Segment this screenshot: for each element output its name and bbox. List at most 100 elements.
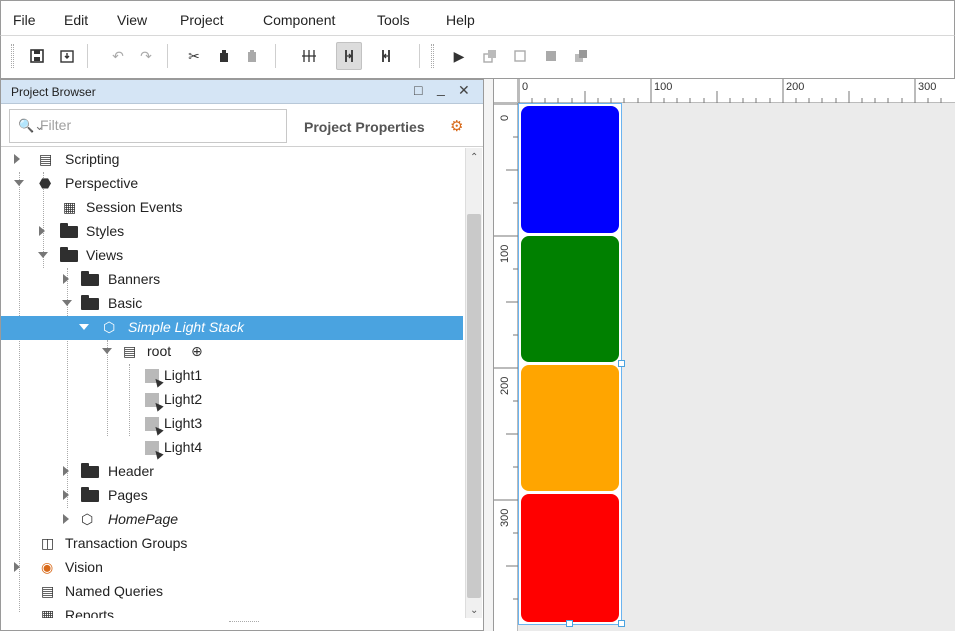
collapse-arrow-icon[interactable]	[14, 180, 24, 186]
view-canvas[interactable]	[518, 103, 955, 631]
bring-front-icon[interactable]	[541, 46, 561, 66]
menu-help[interactable]: Help	[446, 12, 475, 28]
align-vertical-icon[interactable]	[376, 46, 396, 66]
tree-item-root[interactable]: ▤ root ⊕	[1, 340, 463, 364]
tree-item-vision[interactable]: ◉ Vision	[1, 556, 463, 580]
script-icon: ▤	[39, 151, 53, 167]
panel-resize-grip[interactable]	[229, 621, 259, 625]
expand-arrow-icon[interactable]	[14, 562, 20, 572]
group-icon[interactable]	[480, 46, 500, 66]
light3[interactable]	[521, 365, 619, 491]
expand-arrow-icon[interactable]	[63, 514, 69, 524]
save-all-icon[interactable]	[57, 46, 77, 66]
distribute-icon[interactable]	[336, 42, 362, 70]
tree-item-light2[interactable]: Light2	[1, 388, 463, 412]
project-properties-icon[interactable]: ⚙	[450, 117, 463, 135]
tree-item-homepage[interactable]: ⬡ HomePage	[1, 508, 463, 532]
tree-item-light4[interactable]: Light4	[1, 436, 463, 460]
scroll-up-icon[interactable]: ⌃	[470, 152, 478, 163]
filter-input[interactable]	[40, 117, 280, 133]
undo-icon[interactable]: ↶	[108, 46, 128, 66]
expand-arrow-icon[interactable]	[63, 274, 69, 284]
tree-item-named-queries[interactable]: ▤ Named Queries	[1, 580, 463, 604]
ruler-top: 0 100 200 300	[518, 79, 955, 103]
resize-handle[interactable]	[618, 620, 625, 627]
tree-item-transaction-groups[interactable]: ◫ Transaction Groups	[1, 532, 463, 556]
project-properties-button[interactable]: Project Properties	[304, 119, 425, 135]
expand-arrow-icon[interactable]	[63, 490, 69, 500]
menu-component[interactable]: Component	[263, 12, 335, 28]
menu-edit[interactable]: Edit	[64, 12, 88, 28]
toolbar-grip[interactable]	[431, 44, 434, 68]
collapse-arrow-icon[interactable]	[38, 252, 48, 258]
collapse-arrow-icon[interactable]	[102, 348, 112, 354]
paste-icon[interactable]	[242, 46, 262, 66]
tree-item-views[interactable]: Views	[1, 244, 463, 268]
ruler-left-label: 0	[499, 114, 511, 121]
toolbar-grip[interactable]	[11, 44, 14, 68]
tree-label: Header	[108, 463, 154, 479]
panel-splitter[interactable]	[484, 79, 494, 631]
expand-arrow-icon[interactable]	[63, 466, 69, 476]
light2[interactable]	[521, 236, 619, 362]
tree-item-session-events[interactable]: ▦ Session Events	[1, 196, 463, 220]
align-icon[interactable]	[299, 46, 319, 66]
minimize-icon[interactable]: _	[437, 80, 445, 96]
tree-item-light3[interactable]: Light3	[1, 412, 463, 436]
resize-handle[interactable]	[618, 360, 625, 367]
play-icon[interactable]: ▶	[449, 46, 469, 66]
cut-icon[interactable]: ✂	[184, 46, 204, 66]
tree-item-scripting[interactable]: ▤ Scripting	[1, 148, 463, 172]
scroll-thumb[interactable]	[467, 214, 481, 598]
light1[interactable]	[521, 106, 619, 233]
send-back-icon[interactable]	[571, 46, 591, 66]
tree-item-banners[interactable]: Banners	[1, 268, 463, 292]
filter-box[interactable]: 🔍⌄	[9, 109, 287, 143]
expand-arrow-icon[interactable]	[39, 226, 45, 236]
menu-file[interactable]: File	[13, 12, 36, 28]
redo-icon[interactable]: ↷	[136, 46, 156, 66]
resize-handle[interactable]	[566, 620, 573, 627]
view-icon: ⬡	[81, 511, 94, 527]
menu-view[interactable]: View	[117, 12, 147, 28]
tree-label: Named Queries	[65, 583, 164, 599]
close-icon[interactable]: ✕	[458, 82, 470, 99]
tree-label: Vision	[65, 559, 103, 575]
expand-arrow-icon[interactable]	[14, 154, 20, 164]
session-events-icon: ▦	[63, 199, 77, 215]
menu-project[interactable]: Project	[180, 12, 224, 28]
folder-icon	[60, 223, 78, 238]
component-icon	[145, 369, 159, 383]
float-panel-icon[interactable]: □	[414, 82, 422, 98]
tree-label: Scripting	[65, 151, 120, 167]
container-icon: ▤	[123, 343, 137, 359]
tree-item-perspective[interactable]: ⬣ Perspective	[1, 172, 463, 196]
view-icon: ⬡	[103, 319, 116, 335]
tree-label: Pages	[108, 487, 148, 503]
tree-item-simple-light-stack[interactable]: ⬡ Simple Light Stack	[1, 316, 463, 340]
target-icon[interactable]: ⊕	[191, 343, 203, 360]
collapse-arrow-icon[interactable]	[79, 324, 89, 330]
folder-icon	[60, 247, 78, 262]
save-icon[interactable]	[27, 46, 47, 66]
toolbar-separator	[419, 44, 420, 68]
tree-label: root	[147, 343, 172, 359]
tree-item-pages[interactable]: Pages	[1, 484, 463, 508]
flex-container-root[interactable]	[518, 103, 622, 625]
tree-item-basic[interactable]: Basic	[1, 292, 463, 316]
tree-label: Basic	[108, 295, 143, 311]
copy-icon[interactable]	[214, 46, 234, 66]
tree-scrollbar[interactable]: ⌃ ⌄	[465, 148, 482, 618]
tree-label: Session Events	[86, 199, 183, 215]
collapse-arrow-icon[interactable]	[62, 300, 72, 306]
tree-label: Reports	[65, 607, 115, 618]
menu-tools[interactable]: Tools	[377, 12, 410, 28]
tree-item-header[interactable]: Header	[1, 460, 463, 484]
light4[interactable]	[521, 494, 619, 622]
folder-icon	[81, 271, 99, 286]
tree-item-reports[interactable]: ▦ Reports	[1, 604, 463, 618]
tree-item-styles[interactable]: Styles	[1, 220, 463, 244]
scroll-down-icon[interactable]: ⌄	[470, 605, 478, 616]
ungroup-icon[interactable]	[510, 46, 530, 66]
tree-item-light1[interactable]: Light1	[1, 364, 463, 388]
